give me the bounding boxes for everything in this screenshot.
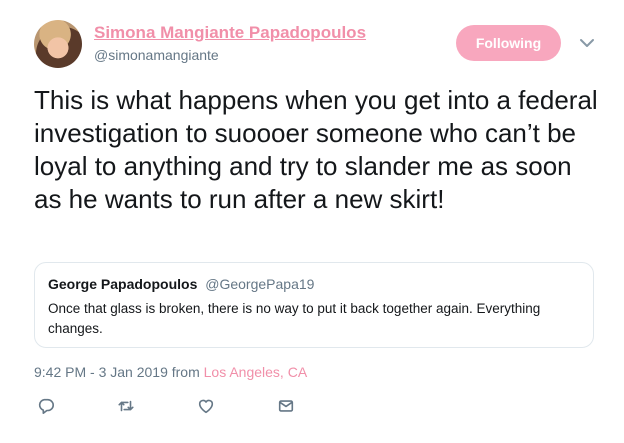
tweet-text: This is what happens when you get into a…: [34, 85, 598, 214]
author-display-name[interactable]: Simona Mangiante Papadopoulos: [94, 23, 366, 43]
author-handle[interactable]: @simonamangiante: [94, 47, 219, 63]
tweet-card: Simona Mangiante Papadopoulos @simonaman…: [0, 0, 624, 443]
tweet-location-link[interactable]: Los Angeles, CA: [204, 364, 308, 380]
message-icon[interactable]: [274, 394, 298, 418]
retweet-icon[interactable]: [114, 394, 138, 418]
quoted-tweet-author-handle: @GeorgePapa19: [205, 276, 315, 292]
following-button-label: Following: [475, 35, 542, 51]
quoted-tweet-text: Once that glass is broken, there is no w…: [48, 301, 541, 336]
quoted-tweet-header: George Papadopoulos @GeorgePapa19: [48, 276, 314, 292]
quoted-tweet[interactable]: George Papadopoulos @GeorgePapa19 Once t…: [34, 262, 594, 348]
avatar[interactable]: [34, 20, 82, 68]
reply-icon[interactable]: [34, 394, 58, 418]
following-button[interactable]: Following: [456, 25, 561, 61]
caret-down-icon[interactable]: [578, 34, 596, 52]
tweet-metadata: 9:42 PM - 3 Jan 2019 from Los Angeles, C…: [34, 364, 307, 380]
like-icon[interactable]: [194, 394, 218, 418]
tweet-actions: [34, 394, 314, 418]
quoted-tweet-author-name: George Papadopoulos: [48, 276, 198, 292]
tweet-timestamp[interactable]: 9:42 PM - 3 Jan 2019 from: [34, 364, 204, 380]
